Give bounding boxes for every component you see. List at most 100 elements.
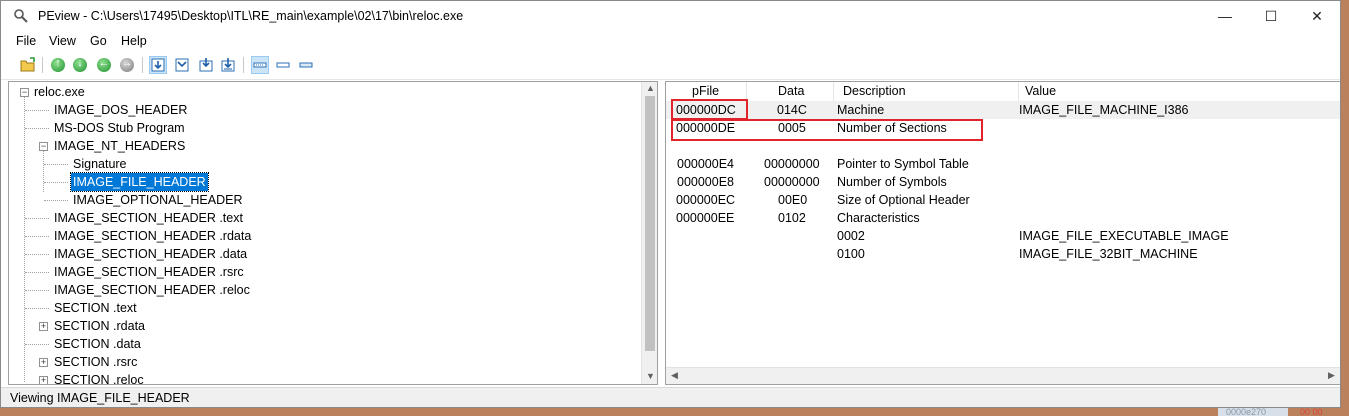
tree-item-image-nt-headers[interactable]: IMAGE_NT_HEADERS <box>54 137 185 155</box>
title-bar: PEview - C:\Users\17495\Desktop\ITL\RE_m… <box>1 1 1340 32</box>
scroll-left-arrow-icon[interactable]: ◀ <box>666 370 683 381</box>
tree-connector <box>25 236 49 237</box>
list-row[interactable]: 000000EC 00E0 Size of Optional Header <box>666 191 1340 209</box>
tree-item-reloc-exe[interactable]: reloc.exe <box>34 83 85 101</box>
minimize-button[interactable]: — <box>1202 1 1248 32</box>
tree-connector <box>24 96 25 382</box>
tree-connector <box>25 110 49 111</box>
tree-item-section-header-rsrc[interactable]: IMAGE_SECTION_HEADER .rsrc <box>54 263 244 281</box>
list-row[interactable]: 0100 IMAGE_FILE_32BIT_MACHINE <box>666 245 1340 263</box>
tree-item-section-header-text[interactable]: IMAGE_SECTION_HEADER .text <box>54 209 243 227</box>
list-row[interactable]: 000000E4 00000000 Pointer to Symbol Tabl… <box>666 155 1340 173</box>
column-divider[interactable] <box>833 82 834 101</box>
list-header: pFile Data Description Value <box>666 82 1340 102</box>
view-4-icon[interactable] <box>219 56 237 74</box>
scroll-up-arrow-icon[interactable]: ▲ <box>642 83 657 93</box>
list-view-1-icon[interactable] <box>251 56 269 74</box>
column-header-description[interactable]: Description <box>843 82 906 101</box>
list-horizontal-scrollbar[interactable]: ◀ ▶ <box>666 367 1340 384</box>
column-header-data[interactable]: Data <box>778 82 804 101</box>
cell-data: 014C <box>777 103 807 117</box>
cell-value: IMAGE_FILE_MACHINE_I386 <box>1019 103 1189 117</box>
menu-file[interactable]: File <box>16 34 36 48</box>
status-bar: Viewing IMAGE_FILE_HEADER <box>1 387 1340 407</box>
tree-connector <box>25 272 49 273</box>
cell-data: 0102 <box>778 211 806 225</box>
tree-item-section-header-rdata[interactable]: IMAGE_SECTION_HEADER .rdata <box>54 227 251 245</box>
tree-connector <box>43 150 44 192</box>
tree-vertical-scrollbar[interactable]: ▲ ▼ <box>641 82 657 384</box>
go-back-icon[interactable]: ← <box>95 56 113 74</box>
tree-connector <box>44 164 68 165</box>
tree-item-image-optional-header[interactable]: IMAGE_OPTIONAL_HEADER <box>73 191 243 209</box>
tree-item-section-header-data[interactable]: IMAGE_SECTION_HEADER .data <box>54 245 247 263</box>
toolbar-separator <box>243 57 244 73</box>
window-title: PEview - C:\Users\17495\Desktop\ITL\RE_m… <box>38 9 464 23</box>
expander-image-nt-headers[interactable]: − <box>39 142 48 151</box>
detail-list-view[interactable]: pFile Data Description Value 000000DC 01… <box>665 81 1340 385</box>
cell-pfile: 000000E8 <box>677 175 735 189</box>
tree-item-section-reloc[interactable]: SECTION .reloc <box>54 371 144 384</box>
tree-item-section-rsrc[interactable]: SECTION .rsrc <box>54 353 137 371</box>
go-up-icon[interactable]: ↑ <box>49 56 67 74</box>
cell-pfile: 000000E4 <box>677 157 735 171</box>
view-3-icon[interactable] <box>197 56 215 74</box>
background-window-fragment: 00 00 <box>1300 408 1323 416</box>
cell-pfile: 000000EC <box>676 193 736 207</box>
view-1-icon[interactable] <box>149 56 167 74</box>
view-2-icon[interactable] <box>173 56 191 74</box>
menu-help[interactable]: Help <box>121 34 147 48</box>
tree-view[interactable]: − reloc.exe IMAGE_DOS_HEADER MS-DOS Stub… <box>8 81 658 385</box>
menu-view[interactable]: View <box>49 34 76 48</box>
cell-description: Machine <box>837 103 885 117</box>
menu-bar: File View Go Help <box>1 32 1340 52</box>
list-view-2-icon[interactable] <box>274 56 292 74</box>
expander-section-reloc[interactable]: + <box>39 376 48 384</box>
tree-item-section-data[interactable]: SECTION .data <box>54 335 141 353</box>
tree-connector <box>25 254 49 255</box>
cell-data: 00000000 <box>764 175 820 189</box>
menu-go[interactable]: Go <box>90 34 107 48</box>
tree-item-section-rdata[interactable]: SECTION .rdata <box>54 317 145 335</box>
column-header-value[interactable]: Value <box>1025 82 1056 101</box>
expander-section-rdata[interactable]: + <box>39 322 48 331</box>
tree-item-image-file-header[interactable]: IMAGE_FILE_HEADER <box>70 172 209 192</box>
tree-connector <box>25 344 49 345</box>
list-row[interactable]: 000000DC 014C Machine IMAGE_FILE_MACHINE… <box>666 101 1340 119</box>
tree-item-image-dos-header[interactable]: IMAGE_DOS_HEADER <box>54 101 187 119</box>
background-window-fragment: 0000e270 <box>1218 408 1288 416</box>
scroll-down-arrow-icon[interactable]: ▼ <box>642 371 657 381</box>
cell-description: 0002 <box>837 229 865 243</box>
list-row[interactable]: 000000EE 0102 Characteristics <box>666 209 1340 227</box>
cell-pfile: 000000EE <box>676 211 735 225</box>
go-forward-icon[interactable]: → <box>118 56 136 74</box>
annotation-box-number-of-sections <box>671 119 983 141</box>
cell-data: 00000000 <box>764 157 820 171</box>
cell-description: 0100 <box>837 247 865 261</box>
cell-description: Characteristics <box>837 211 920 225</box>
tree-item-ms-dos-stub[interactable]: MS-DOS Stub Program <box>54 119 185 137</box>
scrollbar-thumb[interactable] <box>645 96 655 351</box>
open-file-icon[interactable] <box>19 56 37 74</box>
scroll-right-arrow-icon[interactable]: ▶ <box>1323 370 1340 381</box>
expander-section-rsrc[interactable]: + <box>39 358 48 367</box>
go-down-icon[interactable]: ↓ <box>71 56 89 74</box>
tree-item-signature[interactable]: Signature <box>73 155 127 173</box>
tree-item-section-text[interactable]: SECTION .text <box>54 299 137 317</box>
cell-description: Pointer to Symbol Table <box>837 157 969 171</box>
list-row[interactable]: 0002 IMAGE_FILE_EXECUTABLE_IMAGE <box>666 227 1340 245</box>
toolbar-separator <box>142 57 143 73</box>
list-row[interactable]: 000000E8 00000000 Number of Symbols <box>666 173 1340 191</box>
close-button[interactable]: ✕ <box>1294 1 1340 32</box>
cell-value: IMAGE_FILE_32BIT_MACHINE <box>1019 247 1198 261</box>
column-divider[interactable] <box>1018 82 1019 101</box>
maximize-button[interactable]: ☐ <box>1248 1 1294 32</box>
cell-value: IMAGE_FILE_EXECUTABLE_IMAGE <box>1019 229 1229 243</box>
list-view-3-icon[interactable] <box>297 56 315 74</box>
app-icon <box>14 9 28 23</box>
expander-reloc-exe[interactable]: − <box>20 88 29 97</box>
toolbar: ↑ ↓ ← → <box>1 52 1340 80</box>
tree-item-section-header-reloc[interactable]: IMAGE_SECTION_HEADER .reloc <box>54 281 250 299</box>
tree-connector <box>25 218 49 219</box>
cell-description: Number of Symbols <box>837 175 947 189</box>
